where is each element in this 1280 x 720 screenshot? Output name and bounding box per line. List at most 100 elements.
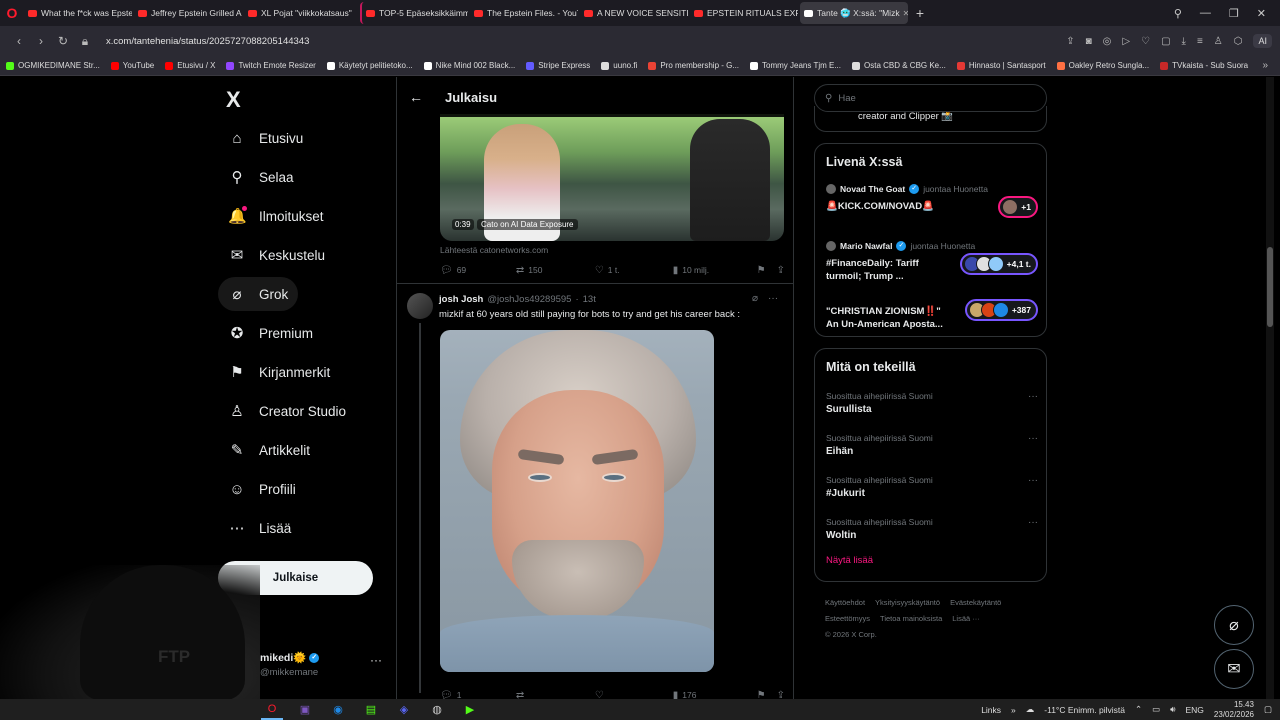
repost-button[interactable]: ⇄ 150 [516,265,595,276]
trend-item[interactable]: Suosittua aihepiirissä Suomi #Jukurit ··· [826,475,1038,499]
footer-link[interactable]: Käyttöehdot [825,598,865,607]
browser-tab[interactable]: Jeffrey Epstein Grilled Abo✕ [134,2,242,24]
trend-item[interactable]: Suosittua aihepiirissä Suomi Eihän ··· [826,433,1038,457]
footer-link[interactable]: Esteettömyys [825,614,870,623]
footer-link[interactable]: Tietoa mainoksista [880,614,942,623]
show-more-link[interactable]: Näytä lisää [826,555,873,566]
trend-more-icon[interactable]: ··· [1028,475,1038,486]
browser-tab[interactable]: TOP-5 Epäseksikkäimmät✕ [360,2,468,24]
like-button[interactable]: ♡ [595,690,673,700]
language-indicator[interactable]: ENG [1186,705,1204,715]
nav-item-bookmark[interactable]: ⚑ Kirjanmerkit [218,355,340,389]
nav-item-grok[interactable]: ⌀ Grok [218,277,299,311]
nav-item-articles[interactable]: ✎ Artikkelit [218,433,320,467]
avatar[interactable] [407,293,433,319]
reload-icon[interactable]: ↻ [52,34,74,48]
bookmark-item[interactable]: Pro membership - G... [648,61,739,70]
camera-icon[interactable]: ◙ [1086,36,1092,47]
share-button[interactable]: ⇪ [777,265,785,276]
trend-more-icon[interactable]: ··· [1028,433,1038,444]
search-input[interactable]: ⚲ Hae [814,84,1047,112]
bookmark-item[interactable]: OGMIKEDIMANE Str... [6,61,100,70]
new-tab-button[interactable]: + [910,5,930,21]
like-button[interactable]: ♡ 1 t. [595,265,673,276]
account-icon[interactable]: ♙ [1214,36,1223,47]
obs-taskbar-icon[interactable]: ◍ [426,699,448,720]
live-listeners-pill[interactable]: +4,1 t. [959,253,1038,275]
nav-item-profile[interactable]: ☺ Profiili [218,472,306,506]
bookmark-item[interactable]: Hinnasto | Santasport [956,61,1046,70]
bookmark-item[interactable]: TVkaista - Sub Suora [1160,61,1248,70]
teams-taskbar-icon[interactable]: ▣ [294,699,316,720]
download-icon[interactable]: ⤓ [1182,36,1186,47]
live-item[interactable]: "CHRISTIAN ZIONISM‼️" An Un-American Apo… [826,299,1038,331]
trend-more-icon[interactable]: ··· [1028,517,1038,528]
minimize-icon[interactable]: — [1200,7,1211,20]
more-icon[interactable]: ··· [768,293,778,304]
video-player[interactable]: 0:39 Cato on AI Data Exposure [440,114,784,241]
bookmark-item[interactable]: Etusivu / X [165,61,215,70]
nav-item-mail[interactable]: ✉ Keskustelu [218,238,335,272]
footer-link[interactable]: Evästekäytäntö [950,598,1001,607]
live-item[interactable]: Mario Nawfal ✓ juontaa Huonetta #FinanceDai… [826,241,1038,283]
browser-tab[interactable]: EPSTEIN RITUALS EXPOSED✕ [690,2,798,24]
play-icon[interactable]: ▷ [1122,36,1130,47]
live-item[interactable]: Novad The Goat ✓ juontaa Huonetta 🚨KICK.COM… [826,184,1038,218]
messages-fab-button[interactable]: ✉ [1214,649,1254,689]
trend-item[interactable]: Suosittua aihepiirissä Suomi Surullista ··… [826,391,1038,415]
bookmark-item[interactable]: Oakley Retro Sungla... [1056,61,1149,70]
browser-tab[interactable]: Tante 🥶 X:ssä: "Mizk ✕ [800,2,908,24]
clock[interactable]: 15.43 23/02/2026 [1214,700,1254,720]
nav-item-bell[interactable]: 🔔 Ilmoitukset [218,199,334,233]
bookmark-item[interactable]: uuno.fi [601,61,637,70]
browser-tab[interactable]: XL Pojat "viikkokatsaus" 2✕ [244,2,352,24]
trend-item[interactable]: Suosittua aihepiirissä Suomi Woltin ··· [826,517,1038,541]
menu-icon[interactable]: ≡ [1197,36,1203,47]
links-toolbar[interactable]: Links [981,705,1001,715]
grok-fab-button[interactable]: ⌀ [1214,605,1254,645]
cube-icon[interactable]: ▢ [1161,36,1170,47]
bookmark-item[interactable]: Tommy Jeans Tjm E... [750,61,841,70]
opera-taskbar-icon[interactable]: O [261,699,283,720]
share-button[interactable]: ⇪ [777,690,785,700]
browser-tab[interactable]: A NEW VOICE SENSITIVE S✕ [580,2,688,24]
discord-taskbar-icon[interactable]: ◈ [393,699,415,720]
views-button[interactable]: ▮ 176 [673,690,757,700]
live-listeners-pill[interactable]: +1 [998,196,1038,218]
bookmark-item[interactable]: Osta CBD & CBG Ke... [852,61,946,70]
extensions-icon[interactable]: ⬡ [1234,36,1243,47]
close-window-icon[interactable]: ✕ [1257,7,1266,20]
bookmark-item[interactable]: Twitch Emote Resizer [226,61,316,70]
kick-taskbar-icon[interactable]: ▤ [360,699,382,720]
nav-item-home[interactable]: ⌂ Etusivu [218,121,313,155]
maximize-icon[interactable]: ❐ [1229,7,1239,20]
stream-taskbar-icon[interactable]: ▶ [459,699,481,720]
bookmark-item[interactable]: Nike Mind 002 Black... [423,61,515,70]
bookmark-item[interactable]: Stripe Express [526,61,590,70]
forward-icon[interactable]: › [30,34,52,48]
scrollbar-thumb[interactable] [1267,247,1273,327]
footer-link[interactable]: Lisää ··· [952,614,980,623]
live-listeners-pill[interactable]: +387 [964,299,1038,321]
nav-item-more[interactable]: ⋯ Lisää [218,511,301,545]
vpn-icon[interactable]: ◎ [1103,36,1112,47]
nav-item-creator-studio[interactable]: ♙ Creator Studio [218,394,356,428]
notifications-icon[interactable]: ▢ [1264,704,1272,715]
links-chevron-icon[interactable]: » [1011,705,1016,715]
author-name[interactable]: josh Josh [439,294,483,305]
bookmark-button[interactable]: ⚑ [757,690,777,700]
browser-tab[interactable]: The Epstein Files. - YouTu✕ [470,2,578,24]
grok-icon[interactable]: ⌀ [752,293,758,304]
reply-button[interactable]: 💬︎ 69 [440,265,516,276]
ai-button[interactable]: AI [1253,34,1272,48]
bookmark-item[interactable]: YouTube [110,61,154,70]
bookmark-item[interactable]: Käytetyt pelitietoko... [326,61,413,70]
weather-text[interactable]: -11°C Enimm. pilvistä [1044,705,1125,715]
x-logo-icon[interactable]: X [226,87,241,113]
network-icon[interactable]: ▭ [1152,704,1160,715]
close-tab-icon[interactable]: ✕ [900,9,908,18]
volume-icon[interactable]: 🔊︎ [1170,704,1175,715]
bookmarks-more-icon[interactable]: » [1262,60,1280,71]
views-button[interactable]: ▮ 10 milj. [673,265,757,276]
heart-icon[interactable]: ♡ [1141,36,1150,47]
